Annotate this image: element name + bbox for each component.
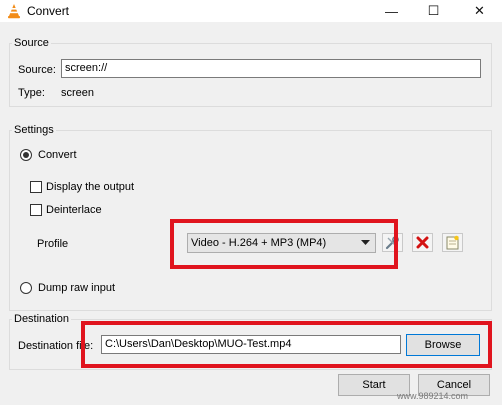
profile-label: Profile (37, 238, 69, 250)
destination-group-label: Destination (14, 313, 70, 325)
minimize-button[interactable]: — (369, 0, 414, 22)
vlc-cone-icon (8, 4, 20, 19)
source-group-label: Source (14, 37, 49, 49)
delete-profile-icon (416, 236, 429, 249)
dump-raw-radio[interactable] (20, 282, 32, 294)
type-value: screen (61, 87, 95, 99)
dump-raw-label[interactable]: Dump raw input (38, 282, 115, 294)
convert-radio[interactable] (20, 149, 32, 161)
convert-radio-label[interactable]: Convert (38, 149, 77, 161)
new-profile-icon (446, 235, 459, 250)
maximize-button[interactable]: ☐ (411, 0, 456, 22)
new-profile-button[interactable] (442, 233, 463, 252)
profile-highlight-box (170, 219, 398, 269)
deinterlace-label[interactable]: Deinterlace (46, 204, 102, 216)
type-label: Type: (18, 87, 45, 99)
settings-group-label: Settings (14, 124, 54, 136)
deinterlace-checkbox[interactable] (30, 204, 42, 216)
destination-highlight-box (81, 321, 492, 368)
source-input[interactable]: screen:// (61, 59, 481, 78)
display-output-checkbox[interactable] (30, 181, 42, 193)
close-button[interactable]: ✕ (457, 0, 502, 22)
title-bar: Convert — ☐ ✕ (0, 0, 502, 22)
display-output-label[interactable]: Display the output (46, 181, 134, 193)
watermark-text: www.989214.com (397, 391, 469, 401)
delete-profile-button[interactable] (412, 233, 433, 252)
window-title: Convert (27, 4, 70, 18)
source-label: Source: (18, 64, 56, 76)
